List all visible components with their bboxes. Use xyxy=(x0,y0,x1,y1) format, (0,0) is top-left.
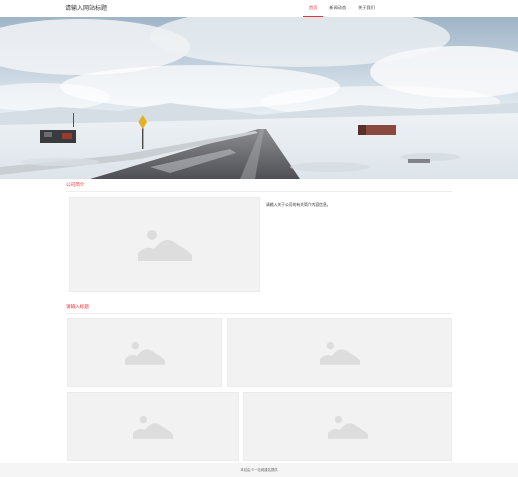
image-placeholder-icon xyxy=(137,229,192,261)
nav-item-home[interactable]: 首页 xyxy=(303,0,324,17)
nav-item-news[interactable]: 新闻动态 xyxy=(323,0,352,17)
section-divider xyxy=(66,313,452,314)
image-placeholder-icon xyxy=(124,341,165,365)
footer-copyright[interactable]: 本站由 ©一站网建站提供 xyxy=(0,467,518,472)
work-image-placeholder-1[interactable] xyxy=(67,318,222,387)
site-footer: 本站由 ©一站网建站提供 xyxy=(0,463,518,477)
image-placeholder-icon xyxy=(319,341,360,365)
work-image-placeholder-4[interactable] xyxy=(243,392,452,461)
about-description: 请输入关于公司的有关简介内容信息。 xyxy=(266,203,331,207)
site-title[interactable]: 请输入网站标题 xyxy=(65,3,107,12)
main-nav: 首页 新闻动态 关于我们 xyxy=(303,0,381,17)
section-divider xyxy=(66,191,452,192)
image-placeholder-icon xyxy=(133,415,173,439)
nav-item-about[interactable]: 关于我们 xyxy=(352,0,381,17)
site-header: 请输入网站标题 首页 新闻动态 关于我们 xyxy=(0,0,518,17)
hero-banner-image xyxy=(0,17,518,179)
work-image-placeholder-3[interactable] xyxy=(67,392,239,461)
snowy-road-landscape xyxy=(0,17,518,179)
image-placeholder-icon xyxy=(327,415,368,439)
works-section-title: 请输入标题 xyxy=(66,304,89,309)
work-image-placeholder-2[interactable] xyxy=(227,318,452,387)
about-section-title: 公司简介 xyxy=(66,182,85,187)
about-image-placeholder xyxy=(69,197,260,292)
